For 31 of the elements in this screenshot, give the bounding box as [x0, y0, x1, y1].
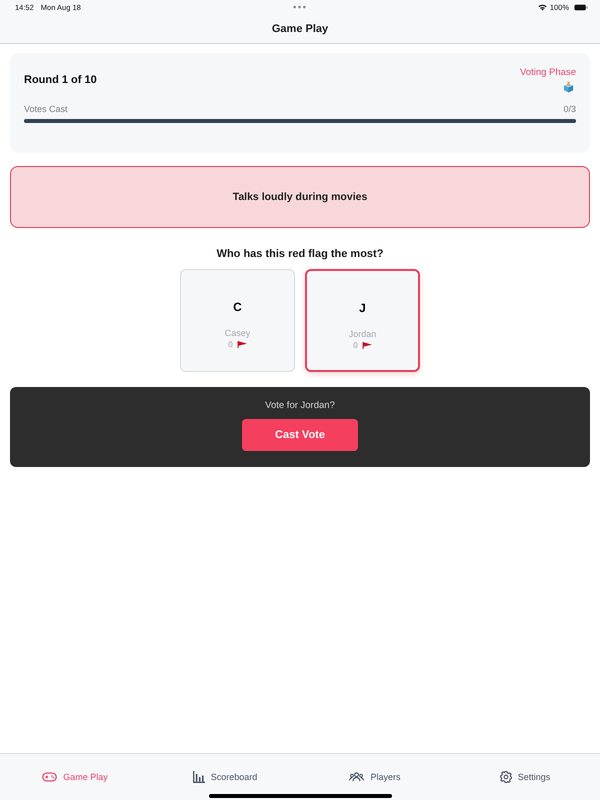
- player-name: Jordan: [348, 329, 376, 339]
- box-icon: [563, 81, 574, 93]
- cast-vote-button[interactable]: Cast Vote: [242, 419, 358, 451]
- player-card[interactable]: J Jordan 0: [305, 269, 420, 372]
- battery-icon: [574, 4, 588, 11]
- phase-label: Voting Phase: [520, 67, 576, 78]
- flag-count: 0: [228, 340, 233, 349]
- player-card[interactable]: C Casey 0: [180, 269, 295, 372]
- gamepad-icon: [42, 772, 58, 782]
- people-icon: [349, 772, 364, 782]
- question-text: Who has this red flag the most?: [216, 248, 384, 260]
- votes-count: 0/3: [563, 104, 576, 114]
- tab[interactable]: Players: [349, 770, 400, 784]
- player-name: Casey: [224, 328, 250, 338]
- player-initial: J: [359, 301, 366, 315]
- tab[interactable]: Scoreboard: [192, 770, 258, 784]
- more-icon[interactable]: [293, 5, 306, 9]
- trait-text: Talks loudly during movies: [232, 191, 368, 203]
- settings-icon: [500, 771, 512, 783]
- flag-icon: [362, 342, 372, 349]
- nav-title: Game Play: [272, 23, 328, 35]
- tab[interactable]: Settings: [500, 770, 550, 784]
- round-label: Round 1 of 10: [24, 74, 97, 86]
- tab[interactable]: Game Play: [42, 770, 108, 784]
- player-initial: C: [233, 300, 242, 314]
- flag-count: 0: [353, 341, 358, 350]
- bar-chart-icon: [192, 771, 205, 783]
- flag-icon: [236, 341, 247, 348]
- vote-prompt: Vote for Jordan?: [265, 400, 335, 411]
- votes-label: Votes Cast: [24, 104, 68, 114]
- wifi-icon: [538, 4, 547, 11]
